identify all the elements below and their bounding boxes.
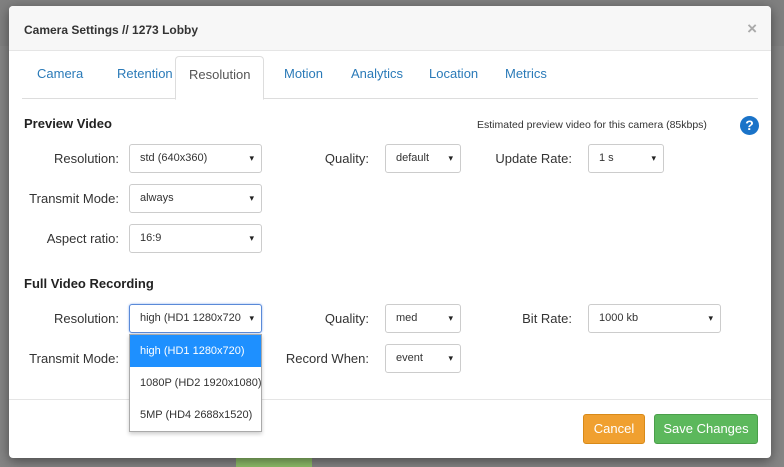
chevron-down-icon: ▾ [448, 153, 453, 163]
camera-settings-modal: Camera Settings // 1273 Lobby × Camera R… [9, 6, 771, 458]
close-icon[interactable]: × [747, 19, 757, 39]
recording-resolution-label: Resolution: [53, 311, 119, 326]
tab-retention[interactable]: Retention [104, 56, 186, 99]
preview-update-rate-label: Update Rate: [495, 151, 572, 166]
preview-update-rate-select[interactable]: 1 s ▾ [588, 144, 664, 173]
recording-quality-select[interactable]: med ▾ [385, 304, 461, 333]
recording-transmit-label: Transmit Mode: [29, 351, 119, 366]
preview-update-rate-value: 1 s [599, 152, 614, 164]
chevron-down-icon: ▾ [249, 313, 254, 323]
save-changes-button[interactable]: Save Changes [654, 414, 758, 444]
cancel-button[interactable]: Cancel [583, 414, 645, 444]
record-when-value: event [396, 352, 423, 364]
tab-motion[interactable]: Motion [271, 56, 336, 99]
modal-header: Camera Settings // 1273 Lobby × [9, 6, 771, 51]
recording-quality-label: Quality: [324, 311, 369, 326]
tab-resolution[interactable]: Resolution [175, 56, 265, 100]
chevron-down-icon: ▾ [708, 313, 713, 323]
preview-aspect-label: Aspect ratio: [46, 231, 119, 246]
modal-title: Camera Settings // 1273 Lobby [24, 23, 199, 37]
resolution-dropdown-list: high (HD1 1280x720) 1080P (HD2 1920x1080… [129, 334, 262, 432]
preview-transmit-value: always [140, 192, 174, 204]
recording-bit-rate-label: Bit Rate: [522, 311, 572, 326]
recording-bit-rate-select[interactable]: 1000 kb ▾ [588, 304, 721, 333]
preview-resolution-select[interactable]: std (640x360) ▾ [129, 144, 262, 173]
preview-video-heading: Preview Video [24, 116, 112, 131]
preview-quality-label: Quality: [324, 151, 369, 166]
dropdown-option[interactable]: high (HD1 1280x720) [130, 335, 261, 367]
modal-footer: Cancel Save Changes [9, 399, 771, 458]
dropdown-option[interactable]: 1080P (HD2 1920x1080) [130, 367, 262, 399]
preview-estimate-text: Estimated preview video for this camera … [477, 119, 707, 131]
preview-transmit-select[interactable]: always ▾ [129, 184, 262, 213]
tab-camera[interactable]: Camera [24, 56, 96, 99]
tab-location[interactable]: Location [416, 56, 491, 99]
help-icon[interactable]: ? [740, 116, 759, 135]
preview-quality-select[interactable]: default ▾ [385, 144, 461, 173]
tab-metrics[interactable]: Metrics [492, 56, 560, 99]
chevron-down-icon: ▾ [249, 193, 254, 203]
preview-aspect-value: 16:9 [140, 232, 162, 244]
chevron-down-icon: ▾ [448, 353, 453, 363]
tab-bar: Camera Retention Resolution Motion Analy… [22, 56, 758, 100]
chevron-down-icon: ▾ [249, 233, 254, 243]
recording-bit-rate-value: 1000 kb [599, 312, 639, 324]
preview-resolution-label: Resolution: [53, 151, 119, 166]
recording-resolution-value: high (HD1 1280x720 [140, 312, 241, 324]
recording-quality-value: med [396, 312, 418, 324]
record-when-label: Record When: [285, 351, 369, 366]
preview-resolution-value: std (640x360) [140, 152, 208, 164]
chevron-down-icon: ▾ [249, 153, 254, 163]
chevron-down-icon: ▾ [448, 313, 453, 323]
preview-transmit-label: Transmit Mode: [29, 191, 119, 206]
chevron-down-icon: ▾ [651, 153, 656, 163]
preview-aspect-select[interactable]: 16:9 ▾ [129, 224, 262, 253]
full-recording-heading: Full Video Recording [24, 276, 154, 291]
record-when-select[interactable]: event ▾ [385, 344, 461, 373]
tab-analytics[interactable]: Analytics [338, 56, 416, 99]
dropdown-option[interactable]: 5MP (HD4 2688x1520) [130, 399, 261, 431]
recording-resolution-select[interactable]: high (HD1 1280x720 ▾ [129, 304, 262, 333]
preview-quality-value: default [396, 152, 430, 164]
